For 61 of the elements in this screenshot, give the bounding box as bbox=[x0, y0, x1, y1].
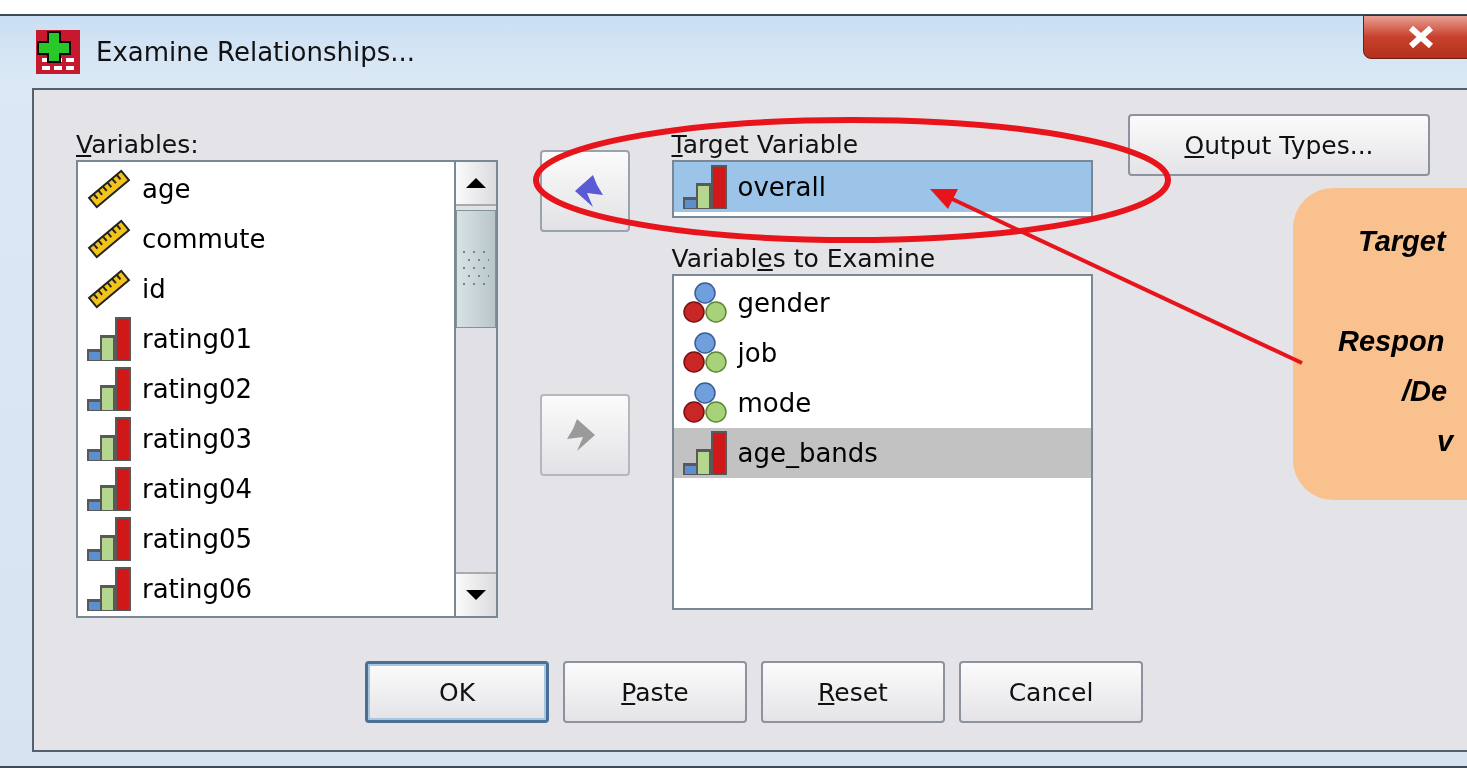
callout-text: v bbox=[1437, 424, 1454, 459]
callout-text: Respon bbox=[1338, 324, 1445, 359]
callout-text: Target bbox=[1358, 224, 1446, 259]
variable-name: job bbox=[737, 338, 778, 368]
variable-item[interactable]: gender bbox=[673, 278, 1091, 328]
bar-chart-icon bbox=[86, 566, 132, 612]
app-icon bbox=[36, 30, 80, 74]
variable-name: rating01 bbox=[142, 324, 253, 354]
variable-item[interactable]: id bbox=[78, 264, 454, 314]
close-icon bbox=[1407, 25, 1435, 49]
list-label: Variables to Examine bbox=[671, 244, 936, 274]
variable-item[interactable]: job bbox=[673, 328, 1091, 378]
dialog-button[interactable]: OK bbox=[365, 661, 549, 723]
variable-name: rating03 bbox=[142, 424, 253, 454]
variable-item[interactable]: rating05 bbox=[78, 514, 454, 564]
bar-chart-icon bbox=[86, 516, 132, 562]
variable-name: mode bbox=[737, 388, 812, 418]
variable-item[interactable]: rating03 bbox=[78, 414, 454, 464]
list-label: Variables: bbox=[76, 130, 199, 160]
dialog-button[interactable]: Cancel bbox=[959, 661, 1143, 723]
variable-name: gender bbox=[737, 288, 830, 318]
bar-chart-icon bbox=[86, 316, 132, 362]
variable-item[interactable]: rating02 bbox=[78, 364, 454, 414]
dialog-button[interactable]: Reset bbox=[761, 661, 945, 723]
variable-name: age bbox=[142, 174, 191, 204]
three-circles-icon bbox=[681, 280, 728, 326]
variable-item[interactable]: commute bbox=[78, 214, 454, 264]
variable-name: rating02 bbox=[142, 374, 253, 404]
close-button[interactable] bbox=[1363, 15, 1467, 59]
bar-chart-icon bbox=[681, 430, 728, 476]
down-triangle-icon bbox=[465, 590, 486, 600]
variable-item[interactable]: age bbox=[78, 164, 454, 214]
scrollbar[interactable] bbox=[453, 162, 496, 616]
variable-name: rating05 bbox=[142, 524, 253, 554]
variable-name: age_bands bbox=[737, 438, 878, 468]
output-types-button[interactable]: Output Types... bbox=[1128, 114, 1430, 176]
bar-chart-icon bbox=[86, 416, 132, 462]
dialog-button[interactable]: Paste bbox=[563, 661, 747, 723]
three-circles-icon bbox=[681, 380, 728, 426]
scroll-up-button[interactable] bbox=[455, 162, 496, 206]
variable-item[interactable]: age_bands bbox=[673, 428, 1091, 478]
variable-name: rating06 bbox=[142, 574, 253, 604]
target-label: Target Variable bbox=[671, 130, 859, 160]
variable-item[interactable]: mode bbox=[673, 378, 1091, 428]
window-title: Examine Relationships... bbox=[96, 37, 415, 67]
three-circles-icon bbox=[681, 330, 728, 376]
callout-text: /De bbox=[1402, 374, 1448, 409]
variable-item[interactable]: rating01 bbox=[78, 314, 454, 364]
variable-name: commute bbox=[142, 224, 266, 254]
scroll-thumb[interactable] bbox=[455, 210, 496, 328]
variable-name: id bbox=[142, 274, 166, 304]
bar-chart-icon bbox=[86, 366, 132, 412]
variable-item[interactable]: rating06 bbox=[78, 564, 454, 614]
variable-name: overall bbox=[737, 172, 826, 202]
scroll-down-button[interactable] bbox=[455, 572, 496, 616]
bar-chart-icon bbox=[86, 466, 132, 512]
bar-chart-icon bbox=[681, 164, 728, 210]
variable-item[interactable]: rating04 bbox=[78, 464, 454, 514]
grip-icon bbox=[462, 251, 489, 287]
up-triangle-icon bbox=[465, 178, 486, 188]
variable-name: rating04 bbox=[142, 474, 253, 504]
